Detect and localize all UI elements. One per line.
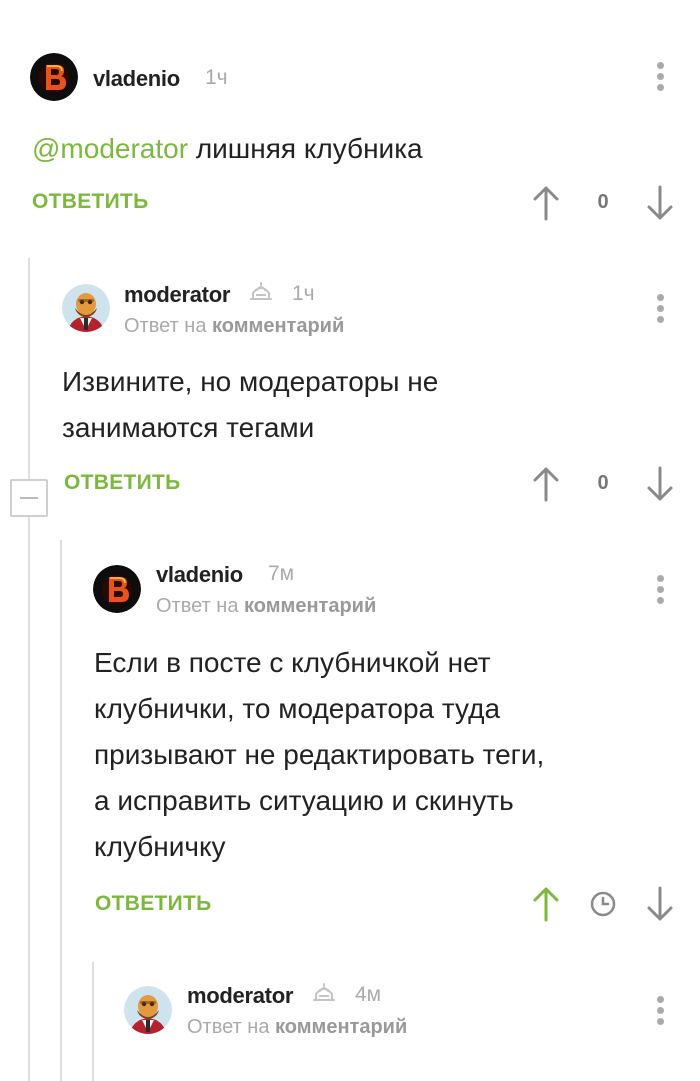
reply-to-line: Ответ на комментарий [187, 1016, 407, 1039]
comment-text-line: Извините, но модераторы не [62, 366, 439, 397]
avatar[interactable] [62, 284, 110, 332]
avatar-vladenio-image [30, 53, 78, 101]
reply-to-line: Ответ на комментарий [156, 595, 376, 618]
reply-button[interactable]: ОТВЕТИТЬ [95, 892, 212, 916]
reply-to-prefix: Ответ на [124, 315, 207, 337]
comment-time: 1ч [205, 66, 228, 89]
clock-icon [589, 890, 617, 918]
avatar-moderator-image [124, 986, 172, 1034]
arrow-up-icon[interactable] [531, 185, 561, 221]
more-vertical-icon[interactable] [650, 994, 670, 1028]
comment-text-line: призывают не редактировать теги, [94, 739, 545, 770]
comment-text-line: клубнички, то модератора туда [94, 693, 501, 724]
avatar[interactable] [30, 53, 78, 101]
reply-to-line: Ответ на комментарий [124, 315, 344, 338]
more-vertical-icon[interactable] [650, 60, 670, 94]
reply-to-comment-link[interactable]: комментарий [244, 595, 376, 617]
thread-line-level-1 [28, 258, 30, 488]
rating-value: 0 [597, 191, 609, 213]
arrow-down-icon[interactable] [645, 185, 675, 221]
thread-line-level-1-lower [28, 517, 30, 1081]
reply-to-prefix: Ответ на [187, 1016, 270, 1038]
reply-to-comment-link[interactable]: комментарий [212, 315, 344, 337]
comment-time: 7м [268, 562, 295, 585]
avatar[interactable] [124, 986, 172, 1034]
collapse-thread-button[interactable] [10, 479, 48, 517]
comment-time: 1ч [292, 282, 315, 305]
username[interactable]: vladenio [93, 66, 180, 92]
moderator-hat-icon [311, 982, 337, 1004]
reply-to-prefix: Ответ на [156, 595, 239, 617]
thread-line-level-3 [92, 962, 94, 1081]
reply-button[interactable]: ОТВЕТИТЬ [32, 190, 149, 214]
comment-text-line: клубничку [94, 831, 226, 862]
arrow-up-icon[interactable] [531, 466, 561, 502]
comment-text-line: занимаются тегами [62, 412, 315, 443]
reply-to-comment-link[interactable]: комментарий [275, 1016, 407, 1038]
username[interactable]: moderator [187, 983, 293, 1009]
comment-time: 4м [355, 983, 382, 1006]
comment-text-content: лишняя клубника [188, 133, 423, 164]
moderator-hat-icon [248, 281, 274, 303]
more-vertical-icon[interactable] [650, 292, 670, 326]
user-mention-link[interactable]: @moderator [32, 133, 188, 164]
comment-text: Извините, но модераторы не занимаются те… [62, 359, 438, 451]
more-vertical-icon[interactable] [650, 573, 670, 607]
username[interactable]: vladenio [156, 562, 243, 588]
thread-line-level-2 [60, 540, 62, 1081]
comment-text-line: Если в посте с клубничкой нет [94, 647, 491, 678]
avatar-moderator-image [62, 284, 110, 332]
avatar-vladenio-image [93, 565, 141, 613]
avatar[interactable] [93, 565, 141, 613]
reply-button[interactable]: ОТВЕТИТЬ [64, 471, 181, 495]
minus-icon [20, 497, 38, 499]
comment-text-line: а исправить ситуацию и скинуть [94, 785, 514, 816]
comment-text: @moderator лишняя клубника [32, 126, 423, 172]
username[interactable]: moderator [124, 282, 230, 308]
comment-text: Если в посте с клубничкой нет клубнички,… [94, 640, 544, 870]
arrow-down-icon[interactable] [645, 886, 675, 922]
arrow-up-icon[interactable] [531, 886, 561, 922]
arrow-down-icon[interactable] [645, 466, 675, 502]
rating-value: 0 [597, 472, 609, 494]
